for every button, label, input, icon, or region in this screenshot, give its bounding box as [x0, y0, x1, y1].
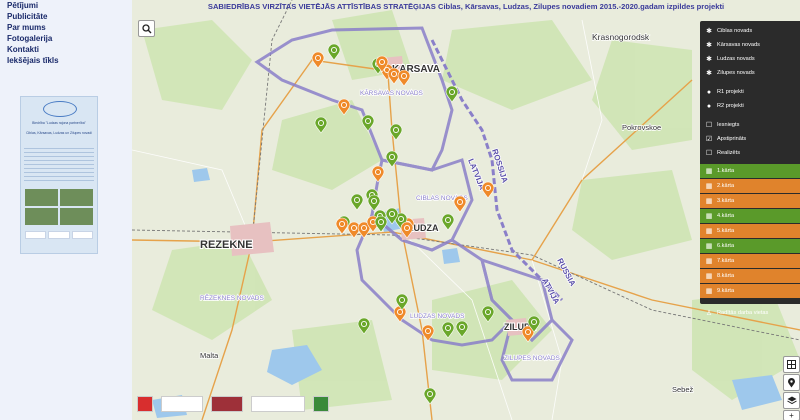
project-pin-green[interactable]: [385, 150, 399, 168]
leader-green-logo: [313, 396, 329, 412]
project-pin-orange[interactable]: [311, 51, 325, 69]
project-pin-green[interactable]: [441, 213, 455, 231]
grid-toggle-button[interactable]: [783, 356, 800, 373]
nav-item-fotogalerija[interactable]: Fotogalerija: [0, 33, 122, 44]
filter-ciblas-novads[interactable]: ✱ Ciblas novads: [700, 24, 800, 38]
karta-3[interactable]: ▦ 3.kārta: [700, 194, 800, 208]
radio-icon: ●: [706, 102, 712, 110]
calendar-icon: ▦: [705, 273, 713, 280]
checkbox-icon: ☐: [705, 122, 713, 129]
nav-menu: Pētījumi Publicitāte Par mums Fotogaleri…: [0, 0, 122, 66]
latvia-coat-logo: [137, 396, 153, 412]
project-pin-orange[interactable]: [397, 69, 411, 87]
calendar-icon: ▦: [705, 213, 713, 220]
karta-1[interactable]: ▦ 1.kārta: [700, 164, 800, 178]
karta-5[interactable]: ▦ 5.kārta: [700, 224, 800, 238]
project-map[interactable]: REZEKNE KARSAVA LUDZA ZILUPE KĀRSAVAS NO…: [132, 0, 800, 420]
filter-realizets[interactable]: ☐ Realizēts: [700, 146, 800, 160]
filter-r2-projekti[interactable]: ● R2 projekti: [700, 99, 800, 113]
project-pin-green[interactable]: [455, 320, 469, 338]
nav-item-petijumi[interactable]: Pētījumi: [0, 0, 122, 11]
project-pin-green[interactable]: [350, 193, 364, 211]
eu-logo: [251, 396, 305, 412]
layers-icon: [786, 396, 797, 405]
search-button[interactable]: [138, 20, 155, 37]
partnership-logo: [43, 101, 77, 117]
radio-icon: ●: [706, 88, 712, 96]
project-pin-orange[interactable]: [371, 165, 385, 183]
project-pin-green[interactable]: [357, 317, 371, 335]
project-pin-green[interactable]: [481, 305, 495, 323]
grid-icon: [787, 360, 796, 369]
project-pin-orange[interactable]: [481, 181, 495, 199]
project-pin-green[interactable]: [361, 114, 375, 132]
zoom-in-button[interactable]: +: [789, 411, 794, 420]
person-icon: ♙: [705, 310, 713, 317]
checkbox-checked-icon: ☑: [705, 136, 713, 143]
filter-r1-projekti[interactable]: ● R1 projekti: [700, 85, 800, 99]
project-pin-green[interactable]: [389, 123, 403, 141]
search-icon: [141, 23, 151, 33]
project-pin-green[interactable]: [423, 387, 437, 405]
karta-6[interactable]: ▦ 6.kārta: [700, 239, 800, 253]
project-pin-green[interactable]: [314, 116, 328, 134]
asterisk-icon: ✱: [706, 28, 712, 35]
poster-subtitle: Ciblas, Kārsavas, Ludzas un Zilupes nova…: [26, 131, 92, 135]
calendar-icon: ▦: [705, 198, 713, 205]
poster-org: Biedrība "Ludzas rajona partnerība": [32, 121, 86, 125]
asterisk-icon: ✱: [706, 56, 712, 63]
zoom-control[interactable]: +: [783, 410, 800, 420]
layers-button[interactable]: [783, 392, 800, 409]
nav-item-publicitate[interactable]: Publicitāte: [0, 11, 122, 22]
karta-2[interactable]: ▦ 2.kārta: [700, 179, 800, 193]
project-pin-orange[interactable]: [400, 221, 414, 239]
filter-zilupes-novads[interactable]: ✱ Zilupes novads: [700, 66, 800, 80]
asterisk-icon: ✱: [706, 70, 712, 77]
poster-logos: [25, 231, 93, 239]
legend-darba-vietas[interactable]: ♙ Radītās darba vietas: [700, 303, 800, 323]
calendar-icon: ▦: [705, 243, 713, 250]
checkbox-icon: ☐: [705, 150, 713, 157]
nav-item-par-mums[interactable]: Par mums: [0, 22, 122, 33]
project-pin-orange[interactable]: [453, 195, 467, 213]
karta-list: ▦ 1.kārta ▦ 2.kārta ▦ 3.kārta ▦ 4.kārta ▦ 5.k…: [700, 164, 800, 298]
nav-item-iekseja-tikls[interactable]: Iekšējais tīkls: [0, 55, 122, 66]
locate-button[interactable]: [783, 374, 800, 391]
project-pin-orange[interactable]: [421, 324, 435, 342]
filter-panel: ✱ Ciblas novads ✱ Kārsavas novads ✱ Ludzas …: [700, 21, 800, 317]
project-pin-orange[interactable]: [335, 217, 349, 235]
project-pin-green[interactable]: [327, 43, 341, 61]
filter-karsavas-novads[interactable]: ✱ Kārsavas novads: [700, 38, 800, 52]
asterisk-icon: ✱: [706, 42, 712, 49]
filter-apstiprinats[interactable]: ☑ Apstiprināts: [700, 132, 800, 146]
filter-iesniegts[interactable]: ☐ Iesniegts: [700, 118, 800, 132]
calendar-icon: ▦: [705, 168, 713, 175]
karta-7[interactable]: ▦ 7.kārta: [700, 254, 800, 268]
calendar-icon: ▦: [705, 183, 713, 190]
left-column: Pētījumi Publicitāte Par mums Fotogaleri…: [0, 0, 122, 420]
filter-ludzas-novads[interactable]: ✱ Ludzas novads: [700, 52, 800, 66]
poster-text-block: [24, 145, 94, 183]
project-pin-green[interactable]: [367, 194, 381, 212]
leader-logo: [161, 396, 203, 412]
calendar-icon: ▦: [705, 228, 713, 235]
project-pin-green[interactable]: [441, 321, 455, 339]
map-title: SABIEDRĪBAS VIRZĪTAS VIETĒJĀS ATTĪSTĪBAS…: [207, 2, 725, 11]
karta-8[interactable]: ▦ 8.kārta: [700, 269, 800, 283]
partner-logos: [137, 396, 329, 412]
poster-photos: [25, 189, 93, 225]
project-pin-orange[interactable]: [393, 305, 407, 323]
nav-item-kontakti[interactable]: Kontakti: [0, 44, 122, 55]
karta-9[interactable]: ▦ 9.kārta: [700, 284, 800, 298]
promo-poster[interactable]: Biedrība "Ludzas rajona partnerība" Cibl…: [20, 96, 98, 254]
latvia-flag-logo: [211, 396, 243, 412]
calendar-icon: ▦: [705, 258, 713, 265]
locate-icon: [788, 377, 795, 387]
project-pin-green[interactable]: [445, 85, 459, 103]
project-pin-orange[interactable]: [337, 98, 351, 116]
karta-4[interactable]: ▦ 4.kārta: [700, 209, 800, 223]
project-pin-green[interactable]: [374, 215, 388, 233]
calendar-icon: ▦: [705, 288, 713, 295]
